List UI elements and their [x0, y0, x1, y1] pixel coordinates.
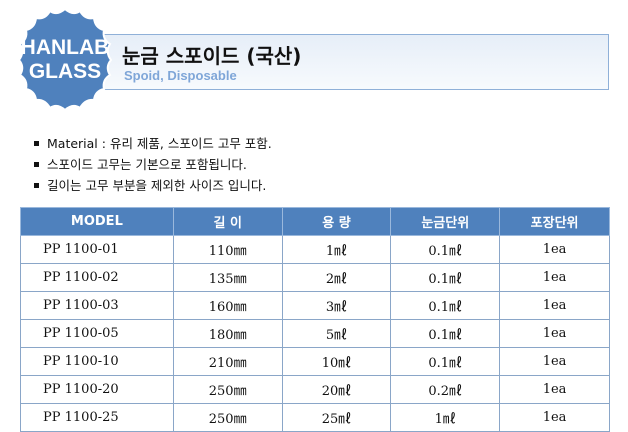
- cell-graduation: 0.1㎖: [390, 347, 501, 376]
- cell-length: 160㎜: [172, 291, 283, 320]
- cell-pack-unit: 1ea: [499, 291, 610, 320]
- bullet-icon: [34, 162, 39, 167]
- cell-length: 180㎜: [172, 319, 283, 348]
- cell-pack-unit: 1ea: [499, 403, 610, 432]
- page-title: 눈금 스포이드 (국산): [122, 44, 302, 68]
- table-row: PP 1100-03 160㎜ 3㎖ 0.1㎖ 1ea: [20, 291, 610, 320]
- column-header: 용 량: [281, 207, 392, 236]
- bullet-icon: [34, 141, 39, 146]
- cell-pack-unit: 1ea: [499, 235, 610, 264]
- cell-model: PP 1100-03: [20, 291, 174, 320]
- cell-volume: 3㎖: [281, 291, 392, 320]
- cell-volume: 2㎖: [281, 263, 392, 292]
- column-header: MODEL: [20, 207, 174, 236]
- cell-length: 250㎜: [172, 403, 283, 432]
- cell-model: PP 1100-25: [20, 403, 174, 432]
- cell-length: 210㎜: [172, 347, 283, 376]
- cell-pack-unit: 1ea: [499, 319, 610, 348]
- cell-graduation: 0.1㎖: [390, 263, 501, 292]
- cell-graduation: 0.1㎖: [390, 235, 501, 264]
- cell-pack-unit: 1ea: [499, 347, 610, 376]
- notes-list: Material : 유리 제품, 스포이드 고무 포함. 스포이드 고무는 기…: [34, 133, 272, 196]
- table-row: PP 1100-20 250㎜ 20㎖ 0.2㎖ 1ea: [20, 375, 610, 404]
- cell-volume: 1㎖: [281, 235, 392, 264]
- cell-model: PP 1100-10: [20, 347, 174, 376]
- table-row: PP 1100-02 135㎜ 2㎖ 0.1㎖ 1ea: [20, 263, 610, 292]
- table-row: PP 1100-25 250㎜ 25㎖ 1㎖ 1ea: [20, 403, 610, 432]
- cell-length: 110㎜: [172, 235, 283, 264]
- note-text: 길이는 고무 부분을 제외한 사이즈 입니다.: [47, 178, 267, 193]
- page-subtitle: Spoid, Disposable: [124, 68, 237, 83]
- cell-graduation: 1㎖: [390, 403, 501, 432]
- column-header: 눈금단위: [390, 207, 501, 236]
- note-text: Material : 유리 제품, 스포이드 고무 포함.: [47, 136, 272, 151]
- spec-table: MODEL 길 이 용 량 눈금단위 포장단위 PP 1100-01 110㎜ …: [20, 207, 610, 432]
- brand-line1: HANLAB: [20, 36, 110, 59]
- note-text: 스포이드 고무는 기본으로 포함됩니다.: [47, 157, 247, 172]
- brand-line2: GLASS: [28, 60, 102, 83]
- cell-model: PP 1100-01: [20, 235, 174, 264]
- cell-length: 135㎜: [172, 263, 283, 292]
- table-row: PP 1100-10 210㎜ 10㎖ 0.1㎖ 1ea: [20, 347, 610, 376]
- column-header: 길 이: [172, 207, 283, 236]
- cell-model: PP 1100-05: [20, 319, 174, 348]
- cell-graduation: 0.1㎖: [390, 291, 501, 320]
- table-row: PP 1100-05 180㎜ 5㎖ 0.1㎖ 1ea: [20, 319, 610, 348]
- cell-model: PP 1100-02: [20, 263, 174, 292]
- cell-pack-unit: 1ea: [499, 263, 610, 292]
- cell-pack-unit: 1ea: [499, 375, 610, 404]
- table-header-row: MODEL 길 이 용 량 눈금단위 포장단위: [20, 207, 610, 236]
- table-row: PP 1100-01 110㎜ 1㎖ 0.1㎖ 1ea: [20, 235, 610, 264]
- cell-volume: 25㎖: [281, 403, 392, 432]
- cell-volume: 10㎖: [281, 347, 392, 376]
- cell-volume: 20㎖: [281, 375, 392, 404]
- cell-model: PP 1100-20: [20, 375, 174, 404]
- cell-graduation: 0.1㎖: [390, 319, 501, 348]
- note-item: 길이는 고무 부분을 제외한 사이즈 입니다.: [34, 175, 272, 196]
- column-header: 포장단위: [499, 207, 610, 236]
- bullet-icon: [34, 183, 39, 188]
- brand-badge: HANLAB GLASS: [10, 6, 120, 116]
- cell-volume: 5㎖: [281, 319, 392, 348]
- cell-graduation: 0.2㎖: [390, 375, 501, 404]
- note-item: 스포이드 고무는 기본으로 포함됩니다.: [34, 154, 272, 175]
- cell-length: 250㎜: [172, 375, 283, 404]
- note-item: Material : 유리 제품, 스포이드 고무 포함.: [34, 133, 272, 154]
